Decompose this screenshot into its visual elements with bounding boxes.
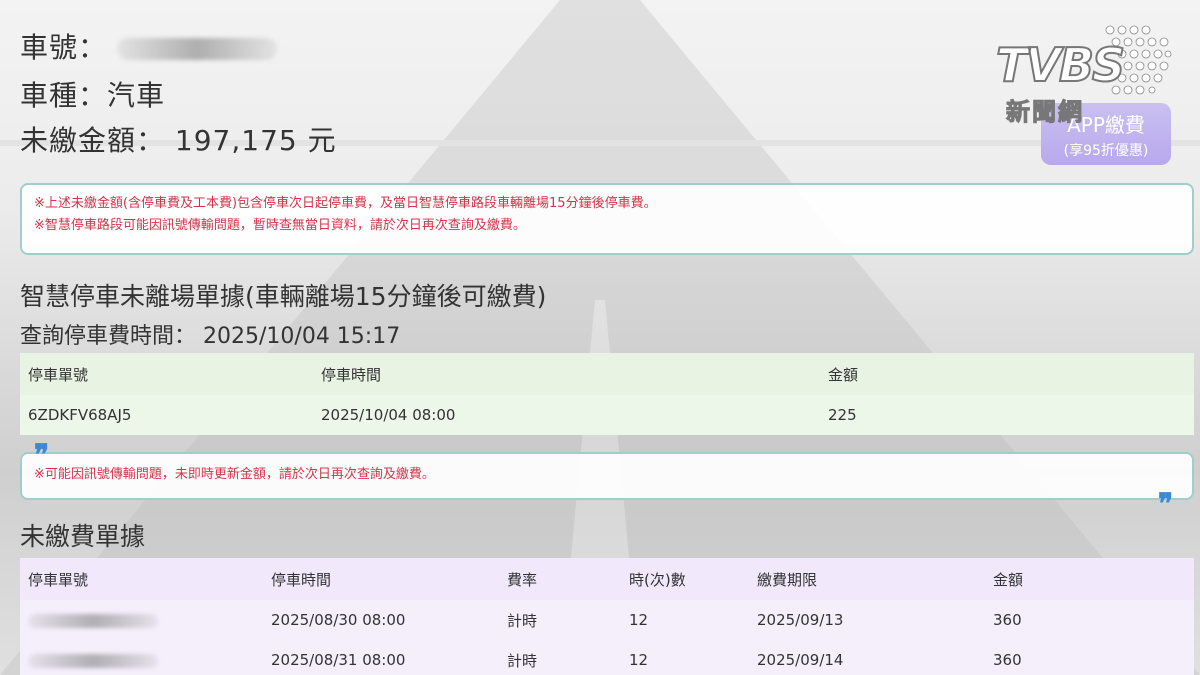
unpaid-row-ticket — [20, 640, 263, 675]
query-time-label: 查詢停車費時間： — [20, 324, 197, 349]
vehicle-type-line: 車種：汽車 — [20, 74, 165, 114]
table-row[interactable]: 2025/08/31 08:00 計時 12 2025/09/14 360 — [20, 640, 1194, 675]
unpaid-amount-label: 未繳金額： — [20, 124, 166, 157]
unpaid-header-count: 時(次)數 — [629, 570, 686, 589]
unpaid-table: 停車單號 停車時間 費率 時(次)數 繳費期限 金額 2025/08/30 08… — [20, 558, 1194, 675]
unpaid-table-header: 停車單號 停車時間 費率 時(次)數 繳費期限 金額 — [20, 558, 1194, 600]
smart-section-title: 智慧停車未離場單據(車輛離場15分鐘後可繳費) — [20, 282, 547, 311]
ticket-redacted — [28, 613, 158, 628]
unpaid-row-time: 2025/08/30 08:00 — [271, 611, 406, 629]
unpaid-row-time: 2025/08/31 08:00 — [271, 651, 406, 669]
vehicle-type-label: 車種： — [20, 79, 108, 112]
unpaid-row-count: 12 — [629, 651, 649, 669]
logo-brand: TVBS — [995, 37, 1126, 93]
unpaid-section-title: 未繳費單據 — [20, 522, 146, 551]
unpaid-row-deadline: 2025/09/13 — [757, 611, 844, 629]
ticket-redacted — [28, 653, 158, 668]
smart-header-ticket: 停車單號 — [28, 365, 89, 384]
vehicle-type-value: 汽車 — [107, 79, 166, 112]
notice-mid: ※可能因訊號傳輸問題，未即時更新金額，請於次日再次查詢及繳費。 — [20, 452, 1194, 500]
unpaid-header-amount: 金額 — [993, 570, 1024, 589]
close-quote-icon: ❞ — [1158, 487, 1173, 520]
smart-row-amount: 225 — [828, 406, 857, 424]
smart-row-time: 2025/10/04 08:00 — [321, 406, 456, 424]
unpaid-row-count: 12 — [629, 611, 649, 629]
smart-table-header: 停車單號 停車時間 金額 — [20, 353, 1194, 395]
smart-parking-table: 停車單號 停車時間 金額 6ZDKFV68AJ5 2025/10/04 08:0… — [20, 353, 1194, 435]
unpaid-header-ticket: 停車單號 — [28, 570, 89, 589]
unpaid-row-ticket — [20, 600, 263, 640]
unpaid-header-rate: 費率 — [507, 570, 538, 589]
smart-row-ticket: 6ZDKFV68AJ5 — [28, 406, 132, 424]
open-quote-icon: ❞ — [34, 438, 49, 471]
unpaid-header-time: 停車時間 — [271, 570, 332, 589]
unpaid-row-rate: 計時 — [507, 651, 538, 670]
unpaid-amount-line: 未繳金額： 197,175 元 — [20, 119, 337, 159]
logo-subtitle: 新聞網 — [1006, 98, 1084, 127]
smart-header-amount: 金額 — [828, 365, 859, 384]
plate-redacted — [116, 38, 277, 60]
unpaid-row-amount: 360 — [993, 651, 1022, 669]
unpaid-row-amount: 360 — [993, 611, 1022, 629]
unpaid-row-deadline: 2025/09/14 — [757, 651, 844, 669]
query-time-line: 查詢停車費時間： 2025/10/04 15:17 — [20, 318, 400, 350]
plate-label: 車號： — [20, 31, 108, 64]
notice-top-line2: ※智慧停車路段可能因訊號傳輸問題，暫時查無當日資料，請於次日再次查詢及繳費。 — [34, 218, 526, 233]
tvbs-logo: TVBS 新聞網 — [990, 22, 1180, 127]
table-row[interactable]: 6ZDKFV68AJ5 2025/10/04 08:00 225 — [20, 395, 1194, 435]
app-pay-discount: (享95折優惠) — [1063, 143, 1149, 159]
query-time-value: 2025/10/04 15:17 — [203, 324, 401, 349]
notice-top-line1: ※上述未繳金額(含停車費及工本費)包含停車次日起停車費，及當日智慧停車路段車輛離… — [34, 196, 657, 211]
notice-top: ※上述未繳金額(含停車費及工本費)包含停車次日起停車費，及當日智慧停車路段車輛離… — [20, 183, 1194, 255]
unpaid-amount-value: 197,175 元 — [174, 124, 337, 157]
notice-mid-line1: ※可能因訊號傳輸問題，未即時更新金額，請於次日再次查詢及繳費。 — [34, 467, 435, 482]
unpaid-row-rate: 計時 — [507, 611, 538, 630]
plate-line: 車號： — [20, 26, 277, 66]
table-row[interactable]: 2025/08/30 08:00 計時 12 2025/09/13 360 — [20, 600, 1194, 640]
unpaid-header-deadline: 繳費期限 — [757, 570, 818, 589]
smart-header-time: 停車時間 — [321, 365, 382, 384]
